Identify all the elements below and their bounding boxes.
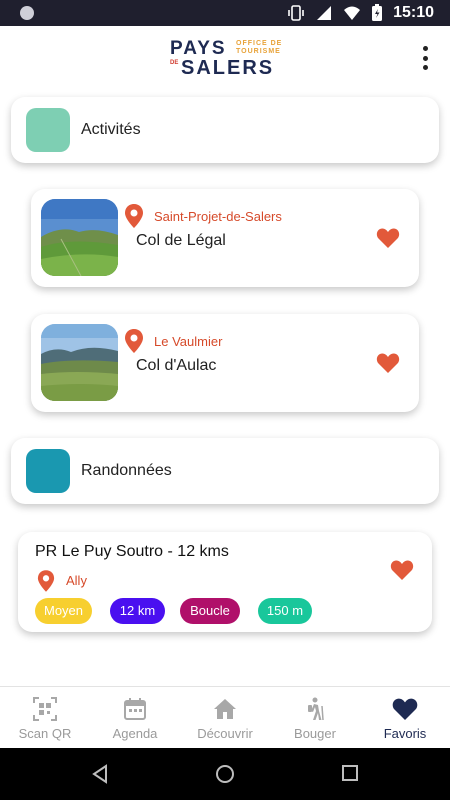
distance-tag: 12 km: [110, 598, 165, 624]
location-pin-icon: [37, 570, 55, 592]
hiker-icon: [308, 697, 324, 721]
status-bar: 15:10: [0, 0, 450, 26]
clock: 15:10: [393, 4, 434, 21]
tab-decouvrir[interactable]: Découvrir: [180, 687, 270, 748]
location-pin-icon: [125, 204, 143, 228]
bottom-tab-bar: Scan QR Agenda Découvrir Bouger Favoris: [0, 686, 450, 748]
back-icon[interactable]: [91, 764, 109, 784]
tab-label: Découvrir: [197, 726, 253, 741]
system-navigation-bar: [0, 748, 450, 800]
logo-tagline: OFFICE DE TOURISME: [236, 40, 283, 55]
favorite-heart-icon[interactable]: [376, 352, 400, 374]
app-header: PAYS OFFICE DE TOURISME DE SALERS: [0, 26, 450, 86]
tab-bouger[interactable]: Bouger: [270, 687, 360, 748]
place-photo: [41, 199, 118, 276]
category-activites[interactable]: Activités: [11, 97, 439, 163]
tab-label: Bouger: [294, 726, 336, 741]
home-icon: [214, 699, 236, 719]
qr-code-icon: [33, 697, 57, 721]
tab-label: Scan QR: [18, 726, 72, 741]
favorite-heart-icon[interactable]: [390, 559, 414, 581]
trail-location: Ally: [66, 573, 87, 588]
tab-scan-qr[interactable]: Scan QR: [0, 687, 90, 748]
place-location: Saint-Projet-de-Salers: [154, 209, 282, 224]
category-color-swatch: [26, 108, 70, 152]
pays-de-salers-logo: PAYS OFFICE DE TOURISME DE SALERS: [170, 38, 290, 79]
trail-card[interactable]: PR Le Puy Soutro - 12 kms Ally Moyen 12 …: [18, 532, 432, 632]
elevation-tag: 150 m: [258, 598, 312, 624]
favorite-heart-icon[interactable]: [376, 227, 400, 249]
place-title: Col de Légal: [136, 232, 226, 249]
logo-de: DE: [170, 60, 179, 66]
category-randonnees[interactable]: Randonnées: [11, 438, 439, 504]
route-type-tag: Boucle: [180, 598, 240, 624]
logo-line2: SALERS: [181, 57, 275, 79]
category-color-swatch: [26, 449, 70, 493]
tab-agenda[interactable]: Agenda: [90, 687, 180, 748]
heart-icon: [392, 698, 418, 720]
signal-icon: [317, 6, 332, 20]
favorite-card[interactable]: Saint-Projet-de-Salers Col de Légal: [31, 189, 419, 287]
place-photo: [41, 324, 118, 401]
category-label: Randonnées: [81, 462, 172, 479]
calendar-icon: [124, 698, 146, 720]
home-button-icon[interactable]: [215, 764, 235, 784]
wifi-icon: [344, 6, 361, 20]
tab-label: Favoris: [383, 726, 427, 741]
favorite-card[interactable]: Le Vaulmier Col d'Aulac: [31, 314, 419, 412]
vibrate-icon: [288, 5, 304, 21]
battery-icon: [372, 4, 383, 21]
tab-favoris[interactable]: Favoris: [360, 687, 450, 748]
place-location: Le Vaulmier: [154, 334, 223, 349]
place-title: Col d'Aulac: [136, 357, 217, 374]
trail-title: PR Le Puy Soutro - 12 kms: [35, 543, 229, 560]
category-label: Activités: [81, 121, 141, 138]
notification-dot-icon: [20, 6, 34, 20]
recents-icon[interactable]: [341, 764, 359, 782]
difficulty-tag: Moyen: [35, 598, 92, 624]
tab-label: Agenda: [112, 726, 158, 741]
more-options-icon[interactable]: [420, 46, 430, 70]
location-pin-icon: [125, 329, 143, 353]
